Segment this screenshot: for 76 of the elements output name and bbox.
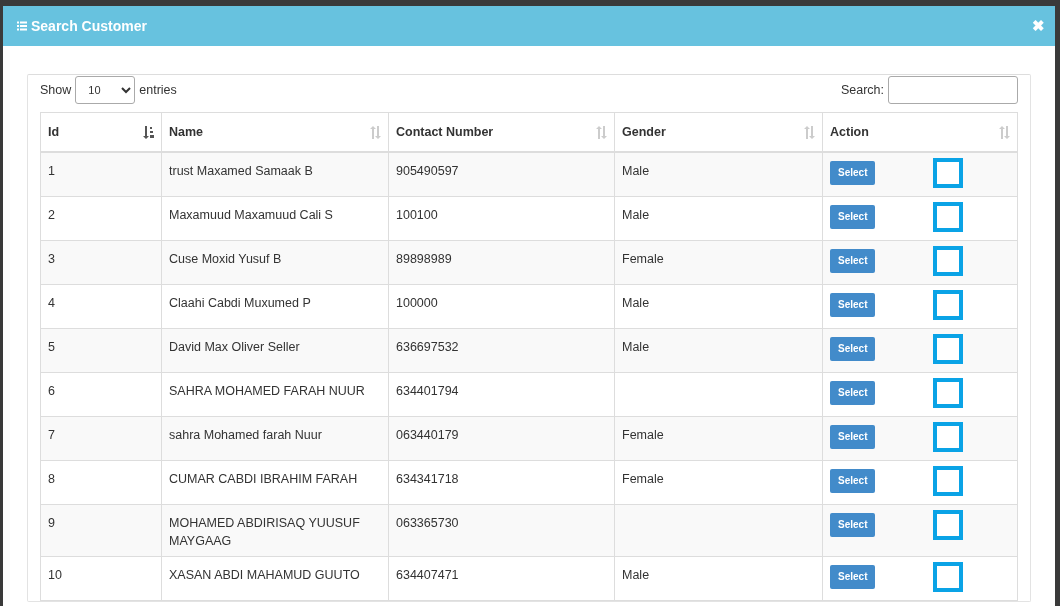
select-button[interactable]: Select <box>830 336 876 361</box>
contact-cell: 634401794 <box>388 372 615 417</box>
id-cell: 5 <box>40 328 162 373</box>
id-cell: 6 <box>40 372 162 417</box>
contact-cell: 89898989 <box>388 240 615 285</box>
contact-cell: 905490597 <box>388 152 615 197</box>
name-cell: Claahi Cabdi Muxumed P <box>161 284 389 329</box>
checkbox[interactable] <box>933 158 964 189</box>
checkbox[interactable] <box>933 333 964 364</box>
checkbox[interactable] <box>933 245 964 276</box>
gender-cell: Female <box>614 240 823 285</box>
name-cell: CUMAR CABDI IBRAHIM FARAH <box>161 460 389 505</box>
select-button[interactable]: Select <box>830 292 876 317</box>
select-button[interactable]: Select <box>830 512 876 537</box>
contact-cell: 100000 <box>388 284 615 329</box>
gender-cell: Female <box>614 460 823 505</box>
gender-cell: Male <box>614 196 823 241</box>
contact-cell: 636697532 <box>388 328 615 373</box>
show-label: Show <box>40 81 72 99</box>
page-size-dropdown[interactable]: 10 <box>75 76 136 104</box>
column-label: Name <box>169 124 204 141</box>
gender-cell: Male <box>614 328 823 373</box>
id-cell: 8 <box>40 460 162 505</box>
sort-icon <box>596 123 607 141</box>
gender-cell: Male <box>614 556 823 601</box>
list-icon <box>17 21 27 31</box>
search-field[interactable] <box>888 76 1018 104</box>
entries-label: entries <box>139 81 177 99</box>
checkbox[interactable] <box>933 561 964 592</box>
name-cell: MOHAMED ABDIRISAQ YUUSUF MAYGAAG <box>161 504 389 557</box>
select-button[interactable]: Select <box>830 248 876 273</box>
column-label: Id <box>48 124 60 141</box>
contact-cell: 100100 <box>388 196 615 241</box>
id-cell: 1 <box>40 152 162 197</box>
name-cell: David Max Oliver Seller <box>161 328 389 373</box>
select-button[interactable]: Select <box>830 161 876 186</box>
sort-ascending-icon <box>142 123 154 141</box>
select-button[interactable]: Select <box>830 204 876 229</box>
select-button[interactable]: Select <box>830 380 876 405</box>
column-label: Gender <box>622 124 666 141</box>
select-button[interactable]: Select <box>830 424 876 449</box>
id-cell: 10 <box>40 556 162 601</box>
name-cell: sahra Mohamed farah Nuur <box>161 416 389 461</box>
search-label: Search: <box>840 81 884 99</box>
id-cell: 3 <box>40 240 162 285</box>
contact-cell: 634341718 <box>388 460 615 505</box>
checkbox[interactable] <box>933 201 964 232</box>
select-button[interactable]: Select <box>830 468 876 493</box>
name-cell: Maxamuud Maxamuud Cali S <box>161 196 389 241</box>
contact-cell: 063365730 <box>388 504 615 557</box>
id-cell: 7 <box>40 416 162 461</box>
name-cell: XASAN ABDI MAHAMUD GUUTO <box>161 556 389 601</box>
sort-icon <box>999 123 1010 141</box>
checkbox[interactable] <box>933 509 964 540</box>
name-cell: trust Maxamed Samaak B <box>161 152 389 197</box>
checkbox[interactable] <box>933 465 964 496</box>
name-cell: Cuse Moxid Yusuf B <box>161 240 389 285</box>
contact-cell: 063440179 <box>388 416 615 461</box>
gender-cell: Male <box>614 284 823 329</box>
checkbox[interactable] <box>933 289 964 320</box>
select-button[interactable]: Select <box>830 564 876 589</box>
id-cell: 4 <box>40 284 162 329</box>
id-cell: 9 <box>40 504 162 557</box>
gender-cell: Male <box>614 152 823 197</box>
column-label: Contact Number <box>396 124 494 141</box>
column-label: Action <box>830 124 869 141</box>
close-button[interactable]: ✖ <box>1032 14 1045 38</box>
sort-icon <box>804 123 815 141</box>
gender-cell: Female <box>614 416 823 461</box>
contact-cell: 634407471 <box>388 556 615 601</box>
name-cell: SAHRA MOHAMED FARAH NUUR <box>161 372 389 417</box>
checkbox[interactable] <box>933 421 964 452</box>
id-cell: 2 <box>40 196 162 241</box>
modal-title: Search Customer <box>31 16 147 36</box>
checkbox[interactable] <box>933 377 964 408</box>
sort-icon <box>370 123 381 141</box>
